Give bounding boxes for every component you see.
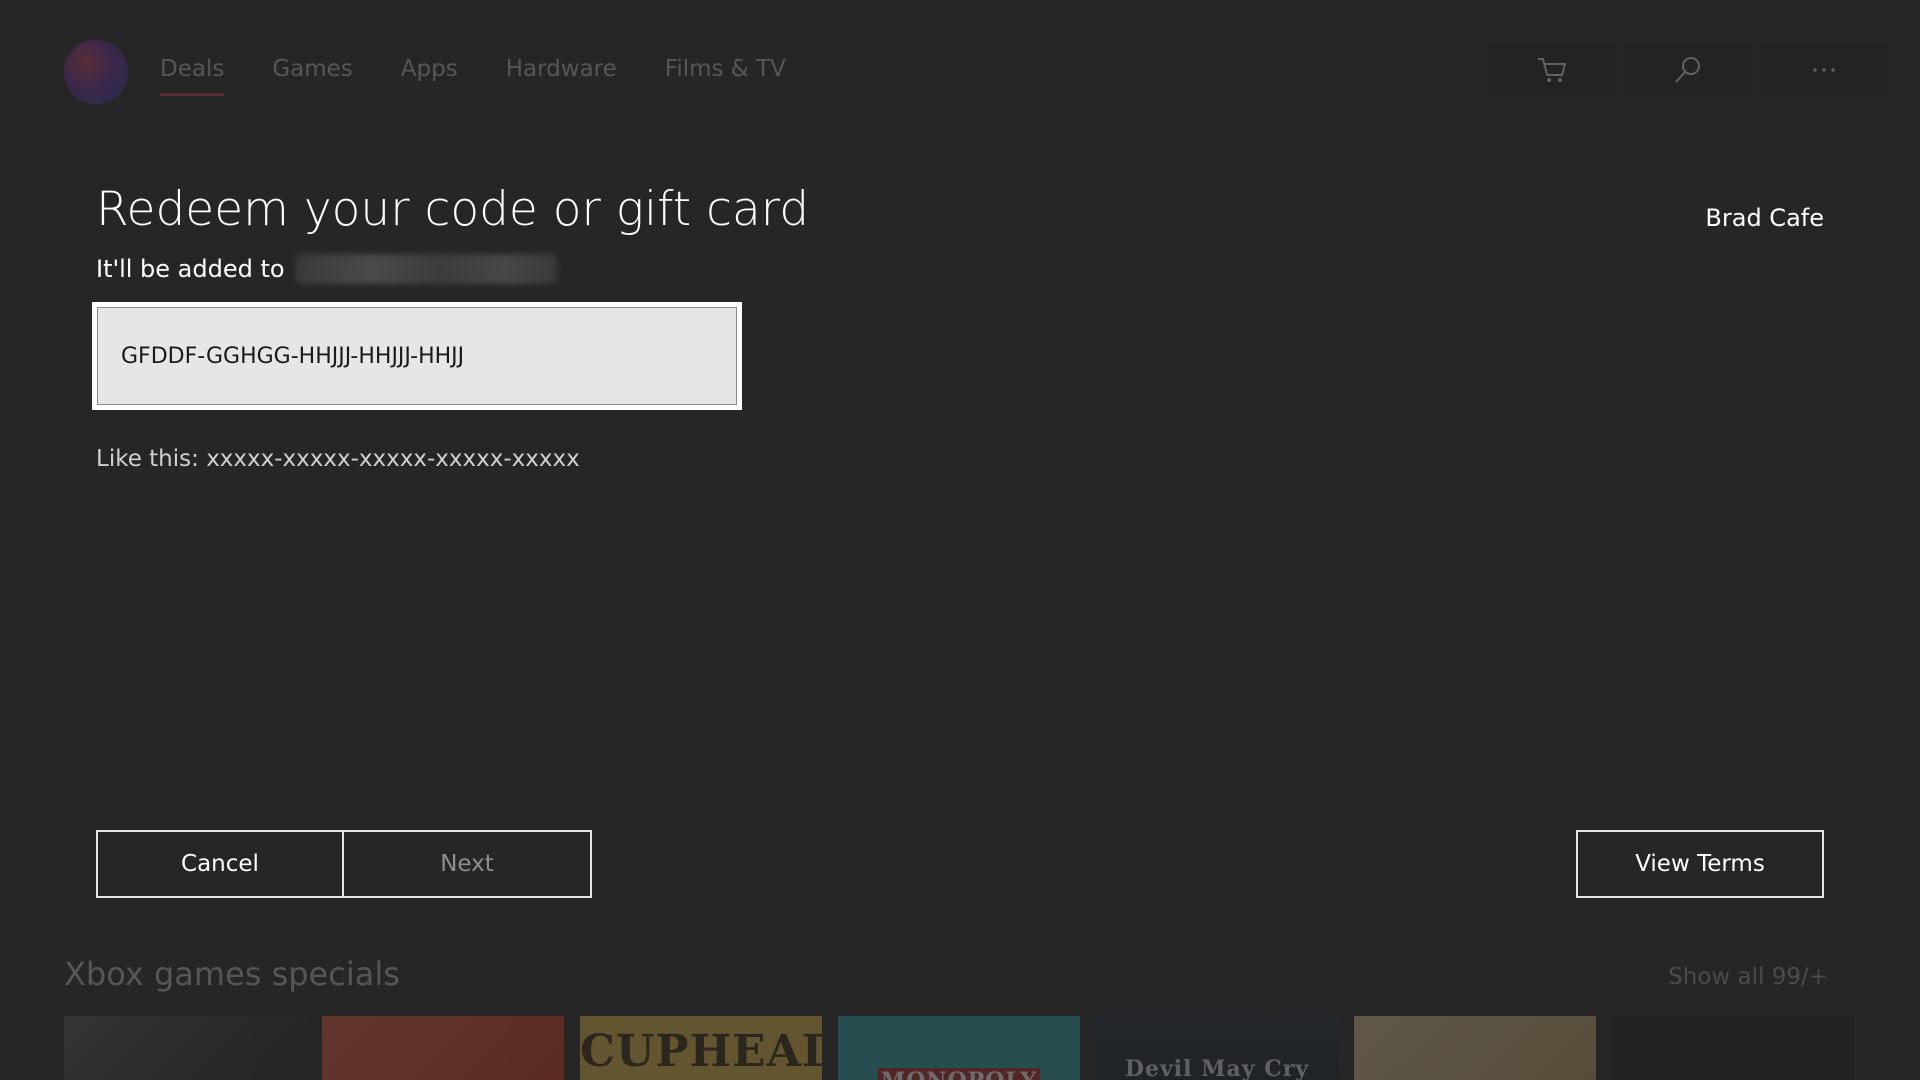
page-title: Redeem your code or gift card	[96, 182, 810, 237]
next-button[interactable]: Next	[342, 830, 592, 898]
game-tile[interactable]: MONOPOLY	[838, 1016, 1080, 1080]
view-terms-button[interactable]: View Terms	[1576, 830, 1824, 898]
top-navigation: Deals Games Apps Hardware Films & TV	[160, 56, 834, 96]
tile-title: Devil May Cry	[1124, 1056, 1310, 1080]
redeem-screen: Deals Games Apps Hardware Films & TV Xbo…	[0, 0, 1920, 1080]
nav-item-films-tv[interactable]: Films & TV	[665, 56, 786, 96]
game-tile[interactable]	[64, 1016, 306, 1080]
nav-item-deals[interactable]: Deals	[160, 56, 225, 96]
game-tile[interactable]	[1354, 1016, 1596, 1080]
nav-item-games[interactable]: Games	[272, 56, 352, 96]
code-field[interactable]	[92, 302, 742, 410]
show-all-link[interactable]: Show all 99/+	[1668, 964, 1828, 990]
tile-title: MONOPOLY	[878, 1068, 1040, 1080]
game-tile[interactable]: Devil May Cry	[1096, 1016, 1338, 1080]
code-format-hint: Like this: xxxxx-xxxxx-xxxxx-xxxxx-xxxxx	[96, 446, 580, 472]
account-name[interactable]: Brad Cafe	[1705, 204, 1824, 232]
redacted-email	[294, 254, 557, 284]
cart-icon	[1538, 58, 1567, 82]
nav-item-hardware[interactable]: Hardware	[506, 56, 617, 96]
tile-title: CUPHEAD	[580, 1026, 822, 1077]
game-tile[interactable]: CUPHEAD	[580, 1016, 822, 1080]
avatar[interactable]	[64, 40, 128, 104]
game-tiles: CUPHEAD MONOPOLY Devil May Cry	[64, 1016, 1854, 1080]
nav-item-apps[interactable]: Apps	[401, 56, 458, 96]
added-to-line: It'll be added to	[96, 254, 557, 284]
cart-button[interactable]	[1488, 44, 1616, 96]
search-icon	[1675, 57, 1700, 83]
added-to-label: It'll be added to	[96, 255, 285, 283]
section-title: Xbox games specials	[64, 955, 400, 993]
cancel-button[interactable]: Cancel	[96, 830, 344, 898]
search-button[interactable]	[1624, 44, 1752, 96]
game-tile[interactable]	[1612, 1016, 1854, 1080]
more-icon	[1813, 68, 1835, 72]
code-input[interactable]	[119, 342, 737, 370]
store-background: Deals Games Apps Hardware Films & TV Xbo…	[0, 0, 1920, 1080]
game-tile[interactable]	[322, 1016, 564, 1080]
more-button[interactable]	[1760, 44, 1888, 96]
